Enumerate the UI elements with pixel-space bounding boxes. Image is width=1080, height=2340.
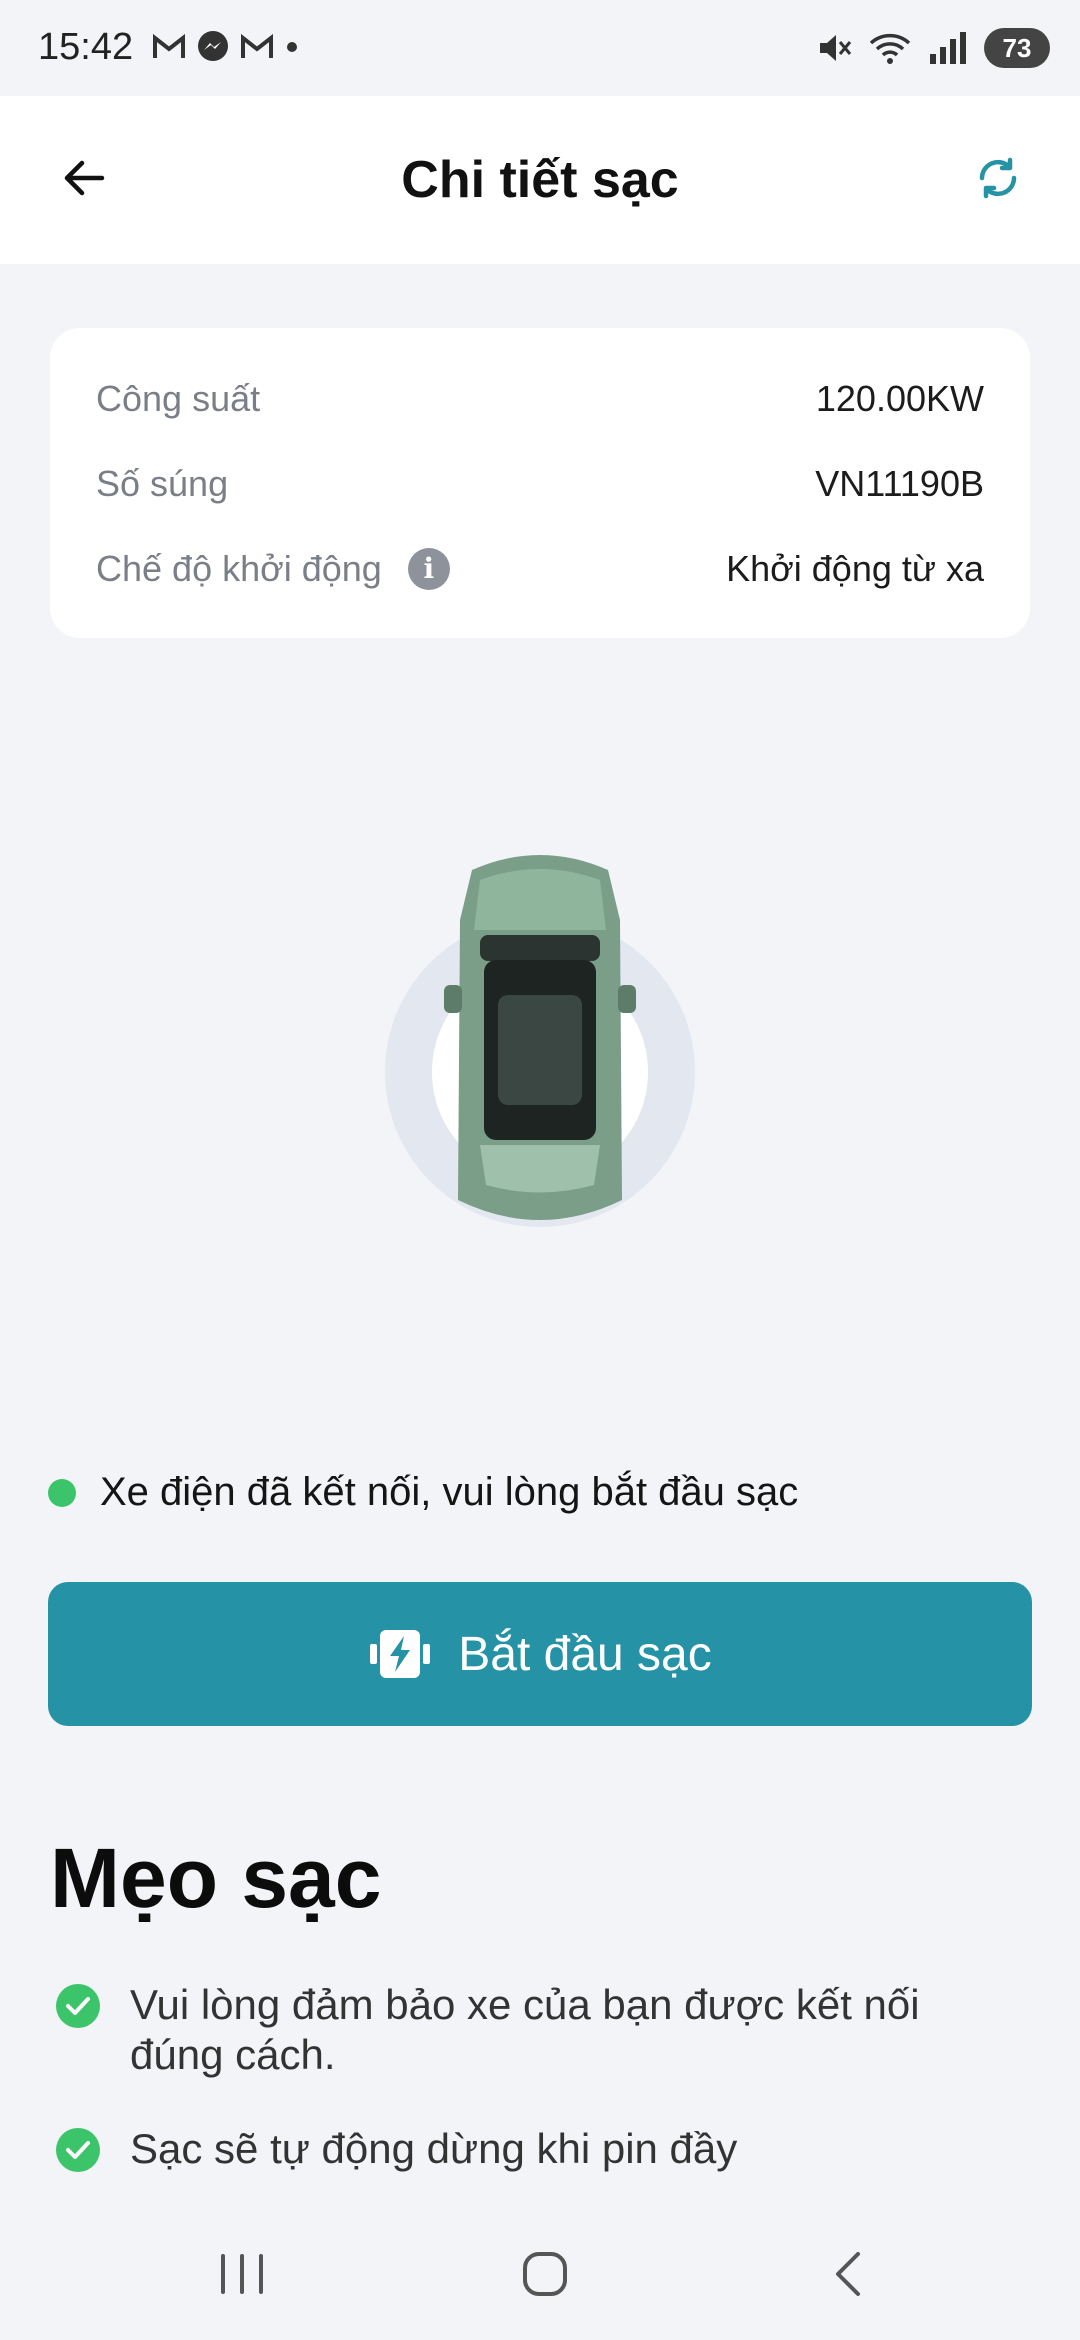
home-icon bbox=[523, 2252, 567, 2296]
start-charging-button[interactable]: Bắt đầu sạc bbox=[48, 1582, 1032, 1726]
charger-info-card: Công suất 120.00KW Số súng VN11190B Chế … bbox=[50, 328, 1030, 638]
wifi-icon bbox=[869, 33, 911, 64]
tip-item: Vui lòng đảm bảo xe của bạn được kết nối… bbox=[56, 1980, 1036, 2080]
gun-number-label: Số súng bbox=[96, 462, 229, 504]
tip-text: Sạc sẽ tự động dừng khi pin đầy bbox=[130, 2125, 738, 2172]
back-nav-button[interactable] bbox=[808, 2242, 888, 2306]
tip-item: Sạc sẽ tự động dừng khi pin đầy bbox=[56, 2124, 1036, 2174]
check-icon bbox=[56, 2128, 100, 2172]
power-value: 120.00KW bbox=[815, 377, 984, 419]
notification-icons bbox=[152, 30, 300, 64]
battery-indicator: 73 bbox=[984, 28, 1050, 68]
recent-apps-icon bbox=[221, 2254, 263, 2294]
status-time: 15:42 bbox=[38, 26, 134, 68]
info-row-power: Công suất 120.00KW bbox=[96, 356, 984, 441]
home-button[interactable] bbox=[505, 2242, 585, 2306]
page-title: Chi tiết sạc bbox=[401, 151, 679, 209]
info-icon[interactable]: i bbox=[407, 547, 450, 590]
gmail-icon bbox=[153, 33, 185, 58]
status-bar: 15:42 73 bbox=[0, 0, 1080, 96]
mute-icon bbox=[820, 35, 852, 61]
start-mode-label-group: Chế độ khởi động i bbox=[96, 547, 450, 590]
car-illustration bbox=[340, 840, 740, 1260]
info-row-gun-number: Số súng VN11190B bbox=[96, 441, 984, 526]
car-top-icon bbox=[444, 855, 636, 1220]
signal-icon bbox=[930, 32, 966, 64]
start-mode-value: Khởi động từ xa bbox=[726, 547, 984, 589]
start-charging-label: Bắt đầu sạc bbox=[458, 1627, 712, 1681]
app-header: Chi tiết sạc bbox=[0, 96, 1080, 264]
dot-icon bbox=[287, 42, 297, 52]
refresh-button[interactable] bbox=[966, 146, 1030, 210]
recent-apps-button[interactable] bbox=[202, 2242, 282, 2306]
info-row-start-mode: Chế độ khởi động i Khởi động từ xa bbox=[96, 526, 984, 611]
start-mode-label: Chế độ khởi động bbox=[96, 547, 382, 589]
tips-title: Mẹo sạc bbox=[50, 1831, 382, 1925]
messenger-icon bbox=[198, 31, 228, 61]
system-nav-bar bbox=[0, 2204, 1080, 2340]
refresh-icon bbox=[979, 157, 1017, 199]
check-icon bbox=[56, 1984, 100, 2028]
connection-status-text: Xe điện đã kết nối, vui lòng bắt đầu sạc bbox=[100, 1470, 799, 1514]
tip-text: Vui lòng đảm bảo xe của bạn được kết nối… bbox=[130, 1981, 920, 2078]
connection-status: Xe điện đã kết nối, vui lòng bắt đầu sạc bbox=[48, 1470, 798, 1515]
gmail-icon bbox=[241, 33, 273, 58]
charging-bolt-icon bbox=[370, 1630, 431, 1678]
power-label: Công suất bbox=[96, 377, 261, 419]
gun-number-value: VN11190B bbox=[815, 462, 984, 504]
back-nav-icon bbox=[836, 2252, 860, 2296]
connected-dot-icon bbox=[48, 1478, 76, 1507]
status-right: 73 bbox=[816, 28, 1050, 68]
